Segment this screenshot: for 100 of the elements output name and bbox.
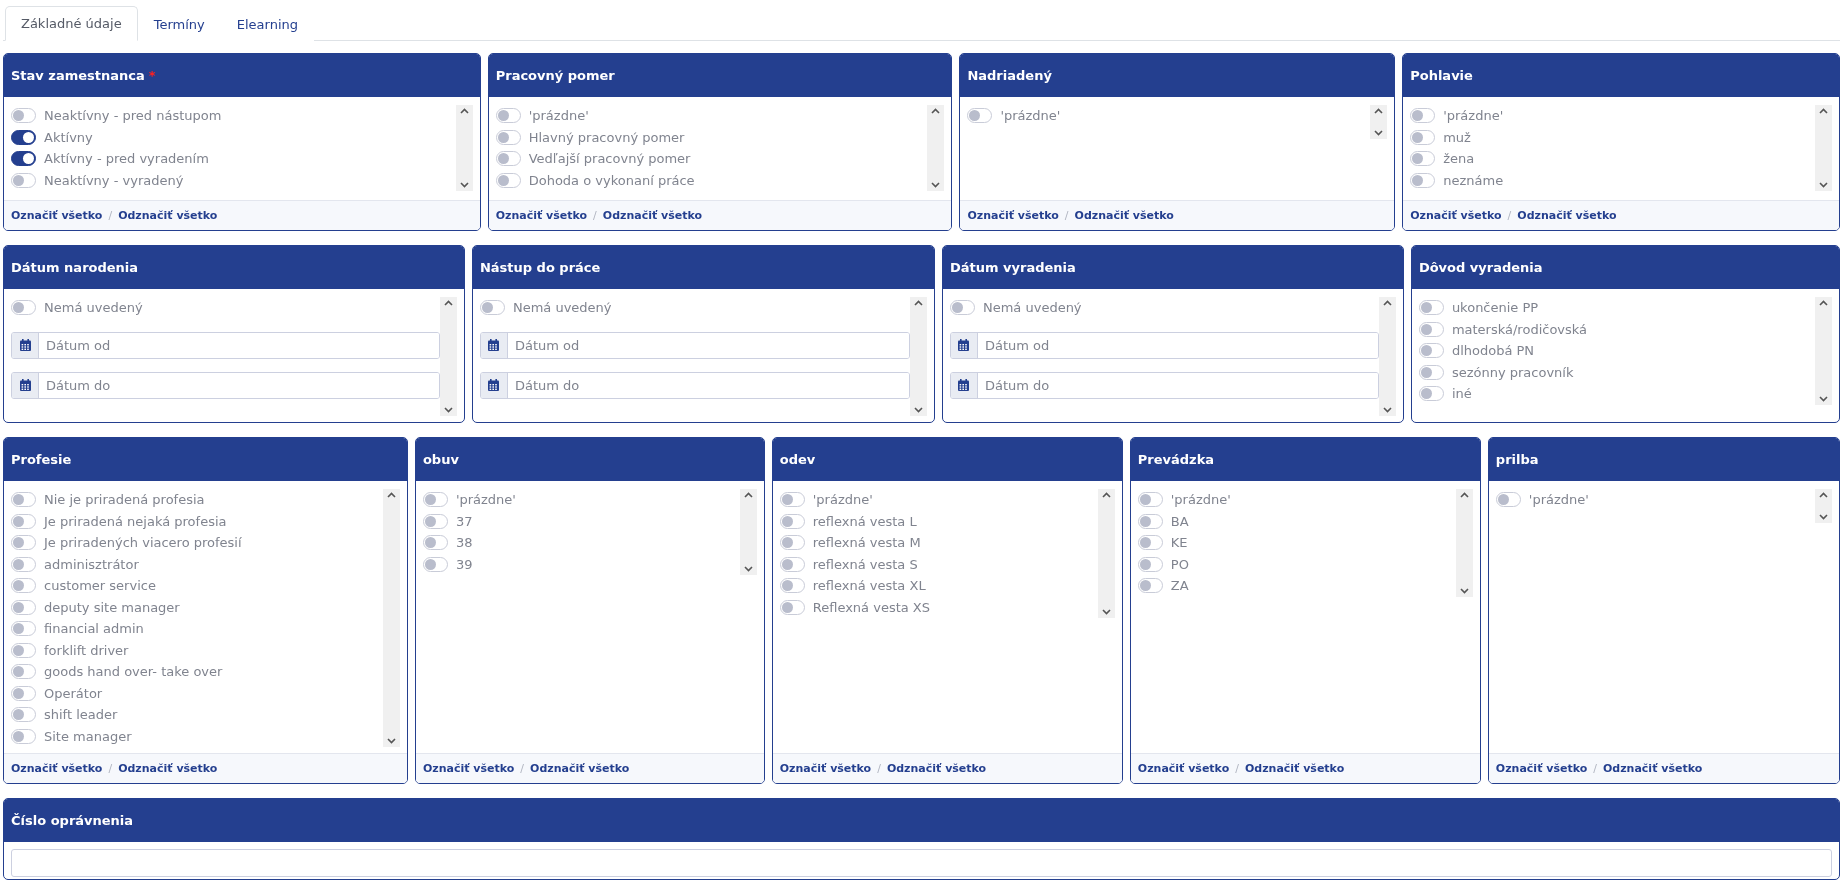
scrollbar[interactable] bbox=[1370, 105, 1388, 139]
toggle-option[interactable]: Vedľajší pracovný pomer bbox=[495, 148, 928, 170]
deselect-all-link[interactable]: Odznačiť všetko bbox=[1517, 209, 1617, 222]
toggle-option[interactable]: shift leader bbox=[11, 704, 383, 726]
toggle-option[interactable]: reflexná vesta M bbox=[779, 532, 1098, 554]
select-all-link[interactable]: Označiť všetko bbox=[11, 762, 103, 775]
select-all-link[interactable]: Označiť všetko bbox=[1137, 762, 1230, 775]
toggle-option[interactable]: Neaktívny - pred nástupom bbox=[11, 105, 456, 127]
deselect-all-link[interactable]: Odznačiť všetko bbox=[886, 762, 987, 775]
toggle-option[interactable]: Nemá uvedený bbox=[11, 297, 440, 319]
chevron-up-icon[interactable] bbox=[1819, 492, 1829, 498]
deselect-all-link[interactable]: Odznačiť všetko bbox=[118, 762, 218, 775]
toggle-option[interactable]: ZA bbox=[1137, 575, 1456, 597]
scrollbar[interactable] bbox=[1455, 489, 1473, 597]
toggle-option[interactable]: reflexná vesta L bbox=[779, 510, 1098, 532]
scrollbar[interactable] bbox=[455, 105, 473, 191]
toggle-option[interactable]: dlhodobá PN bbox=[1418, 340, 1815, 362]
date-from-field[interactable]: Dátum od bbox=[479, 331, 910, 359]
toggle-option[interactable]: Je priradená nejaká profesia bbox=[11, 510, 383, 532]
toggle-option[interactable]: Aktívny bbox=[11, 126, 456, 148]
chevron-up-icon[interactable] bbox=[459, 108, 469, 114]
toggle-option[interactable]: deputy site manager bbox=[11, 596, 383, 618]
toggle-option[interactable]: Nemá uvedený bbox=[949, 297, 1379, 319]
toggle-option[interactable]: 'prázdne' bbox=[495, 105, 928, 127]
toggle-option[interactable]: Aktívny - pred vyradením bbox=[11, 148, 456, 170]
toggle-option[interactable]: Dohoda o vykonaní práce bbox=[495, 169, 928, 191]
chevron-up-icon[interactable] bbox=[1819, 108, 1828, 114]
chevron-down-icon[interactable] bbox=[931, 182, 941, 188]
toggle-option[interactable]: 39 bbox=[422, 553, 740, 575]
toggle-option[interactable]: BA bbox=[1137, 510, 1456, 532]
select-all-link[interactable]: Označiť všetko bbox=[779, 762, 872, 775]
chevron-down-icon[interactable] bbox=[1382, 407, 1392, 413]
deselect-all-link[interactable]: Odznačiť všetko bbox=[602, 209, 703, 222]
scrollbar[interactable] bbox=[1378, 297, 1396, 416]
date-to-field[interactable]: Dátum do bbox=[479, 371, 910, 399]
select-all-link[interactable]: Označiť všetko bbox=[495, 209, 588, 222]
scrollbar[interactable] bbox=[927, 105, 945, 191]
chevron-up-icon[interactable] bbox=[443, 300, 453, 306]
chevron-down-icon[interactable] bbox=[1819, 182, 1828, 188]
toggle-option[interactable]: Reflexná vesta XS bbox=[779, 596, 1098, 618]
scrollbar[interactable] bbox=[1815, 489, 1833, 523]
scrollbar[interactable] bbox=[439, 297, 457, 416]
chevron-up-icon[interactable] bbox=[913, 300, 923, 306]
chevron-down-icon[interactable] bbox=[459, 182, 469, 188]
deselect-all-link[interactable]: Odznačiť všetko bbox=[1602, 762, 1703, 775]
chevron-down-icon[interactable] bbox=[743, 566, 753, 572]
chevron-up-icon[interactable] bbox=[743, 492, 753, 498]
toggle-switch[interactable] bbox=[11, 151, 36, 167]
toggle-option[interactable]: Site manager bbox=[11, 725, 383, 747]
select-all-link[interactable]: Označiť všetko bbox=[967, 209, 1059, 222]
toggle-option[interactable]: reflexná vesta S bbox=[779, 553, 1098, 575]
toggle-option[interactable]: Hlavný pracovný pomer bbox=[495, 126, 928, 148]
select-all-link[interactable]: Označiť všetko bbox=[11, 209, 103, 222]
chevron-down-icon[interactable] bbox=[1819, 395, 1828, 402]
date-to-field[interactable]: Dátum do bbox=[949, 371, 1379, 399]
toggle-option[interactable]: 'prázdne' bbox=[967, 105, 1371, 127]
toggle-option[interactable]: forklift driver bbox=[11, 639, 383, 661]
toggle-option[interactable]: adminisztrátor bbox=[11, 553, 383, 575]
select-all-link[interactable]: Označiť všetko bbox=[1495, 762, 1588, 775]
toggle-option[interactable]: Nie je priradená profesia bbox=[11, 489, 383, 511]
chevron-up-icon[interactable] bbox=[931, 108, 941, 114]
chevron-up-icon[interactable] bbox=[386, 492, 396, 498]
chevron-up-icon[interactable] bbox=[1101, 492, 1111, 498]
toggle-option[interactable]: materská/rodičovská bbox=[1418, 318, 1815, 340]
toggle-option[interactable]: KE bbox=[1137, 532, 1456, 554]
scrollbar[interactable] bbox=[1815, 297, 1832, 405]
scrollbar[interactable] bbox=[739, 489, 757, 575]
tab[interactable]: Základné údaje bbox=[5, 6, 138, 41]
chevron-up-icon[interactable] bbox=[1459, 492, 1469, 498]
toggle-option[interactable]: 'prázdne' bbox=[779, 489, 1098, 511]
toggle-option[interactable]: Neaktívny - vyradený bbox=[11, 169, 456, 191]
chevron-down-icon[interactable] bbox=[913, 407, 923, 413]
chevron-down-icon[interactable] bbox=[1101, 609, 1111, 615]
toggle-option[interactable]: sezónny pracovník bbox=[1418, 361, 1815, 383]
toggle-option[interactable]: PO bbox=[1137, 553, 1456, 575]
toggle-option[interactable]: reflexná vesta XL bbox=[779, 575, 1098, 597]
deselect-all-link[interactable]: Odznačiť všetko bbox=[1244, 762, 1345, 775]
toggle-option[interactable]: 'prázdne' bbox=[1410, 105, 1815, 127]
toggle-option[interactable]: goods hand over- take over bbox=[11, 661, 383, 683]
toggle-option[interactable]: 38 bbox=[422, 532, 740, 554]
deselect-all-link[interactable]: Odznačiť všetko bbox=[118, 209, 218, 222]
select-all-link[interactable]: Označiť všetko bbox=[422, 762, 515, 775]
toggle-option[interactable]: neznáme bbox=[1410, 169, 1815, 191]
toggle-option[interactable]: Je priradených viacero profesií bbox=[11, 532, 383, 554]
deselect-all-link[interactable]: Odznačiť všetko bbox=[530, 762, 630, 775]
chevron-up-icon[interactable] bbox=[1382, 300, 1392, 306]
chevron-down-icon[interactable] bbox=[1819, 514, 1829, 520]
scrollbar[interactable] bbox=[909, 297, 927, 416]
select-all-link[interactable]: Označiť všetko bbox=[1410, 209, 1502, 222]
scrollbar[interactable] bbox=[1815, 105, 1832, 191]
toggle-option[interactable]: ukončenie PP bbox=[1418, 297, 1815, 319]
toggle-option[interactable]: 'prázdne' bbox=[1137, 489, 1456, 511]
scrollbar[interactable] bbox=[382, 489, 400, 747]
toggle-switch[interactable] bbox=[11, 129, 36, 145]
chevron-down-icon[interactable] bbox=[1459, 587, 1469, 594]
toggle-option[interactable]: iné bbox=[1418, 383, 1815, 405]
toggle-option[interactable]: 'prázdne' bbox=[422, 489, 740, 511]
date-from-field[interactable]: Dátum od bbox=[11, 331, 440, 359]
date-from-field[interactable]: Dátum od bbox=[949, 331, 1379, 359]
scrollbar[interactable] bbox=[1097, 489, 1115, 618]
